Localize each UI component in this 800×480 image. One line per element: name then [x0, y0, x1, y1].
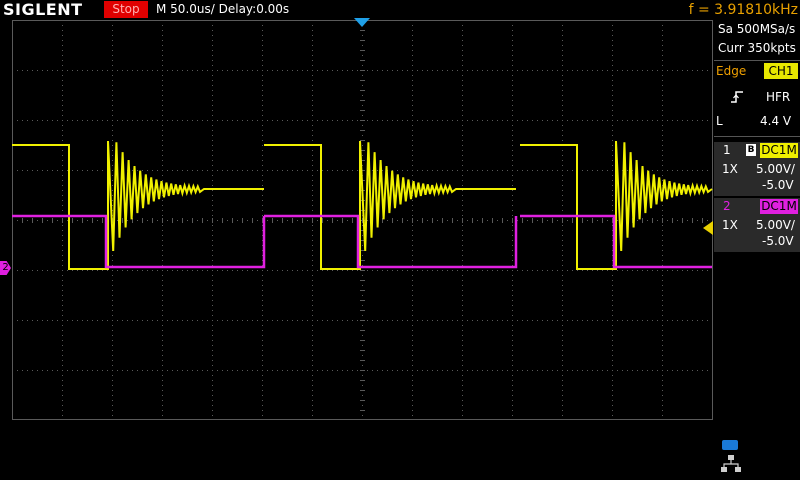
- delay-value: Delay:0.00s: [218, 2, 290, 16]
- ch1-scale: 5.00V/: [756, 162, 795, 176]
- trigger-coupling: HFR: [766, 90, 791, 104]
- panel-divider: [714, 136, 800, 137]
- graticule-grid: [12, 20, 713, 420]
- trigger-level-label: L: [716, 114, 723, 128]
- bandwidth-limit-icon: B: [746, 144, 756, 156]
- ch2-info-block[interactable]: 2 DC1M 1X 5.00V/ -5.0V: [714, 198, 800, 252]
- frequency-counter: f = 3.91810kHz: [688, 2, 798, 18]
- trigger-position-marker[interactable]: [354, 18, 370, 27]
- ch1-number: 1: [723, 143, 731, 157]
- waveform-canvas: [12, 20, 713, 420]
- ch2-probe: 1X: [722, 218, 738, 232]
- timebase-readout[interactable]: M 50.0us/ Delay:0.00s: [156, 1, 289, 18]
- brand-logo: SIGLENT: [3, 0, 83, 19]
- ch1-info-block[interactable]: 1 B DC1M 1X 5.00V/ -5.0V: [714, 142, 800, 196]
- ch1-coupling-badge: DC1M: [760, 143, 798, 158]
- ch2-scale: 5.00V/: [756, 218, 795, 232]
- timebase-value: M 50.0us/: [156, 2, 215, 16]
- sample-rate: Sa 500MSa/s: [718, 22, 796, 36]
- ch1-probe: 1X: [722, 162, 738, 176]
- ch1-offset: -5.0V: [762, 178, 794, 192]
- top-status-bar: SIGLENT Stop M 50.0us/ Delay:0.00s f = 3…: [0, 0, 800, 20]
- trigger-type[interactable]: Edge: [716, 64, 746, 78]
- network-icon: [721, 455, 741, 472]
- trigger-source-badge[interactable]: CH1: [764, 63, 798, 79]
- rising-edge-icon: [731, 91, 743, 103]
- trigger-level-marker[interactable]: [703, 221, 713, 235]
- ch2-number: 2: [723, 199, 731, 213]
- waveform-display[interactable]: [0, 20, 714, 420]
- run-stop-indicator[interactable]: Stop: [104, 1, 148, 18]
- ch2-coupling-badge: DC1M: [760, 199, 798, 214]
- usb-icon: [722, 440, 738, 450]
- panel-divider: [714, 60, 800, 61]
- trigger-level-value: 4.4 V: [760, 114, 792, 128]
- ch2-offset: -5.0V: [762, 234, 794, 248]
- memory-depth: Curr 350kpts: [718, 41, 796, 55]
- ch2-waveform: [12, 214, 712, 269]
- right-info-panel: Sa 500MSa/s Curr 350kpts Edge CH1 HFR L …: [714, 20, 800, 480]
